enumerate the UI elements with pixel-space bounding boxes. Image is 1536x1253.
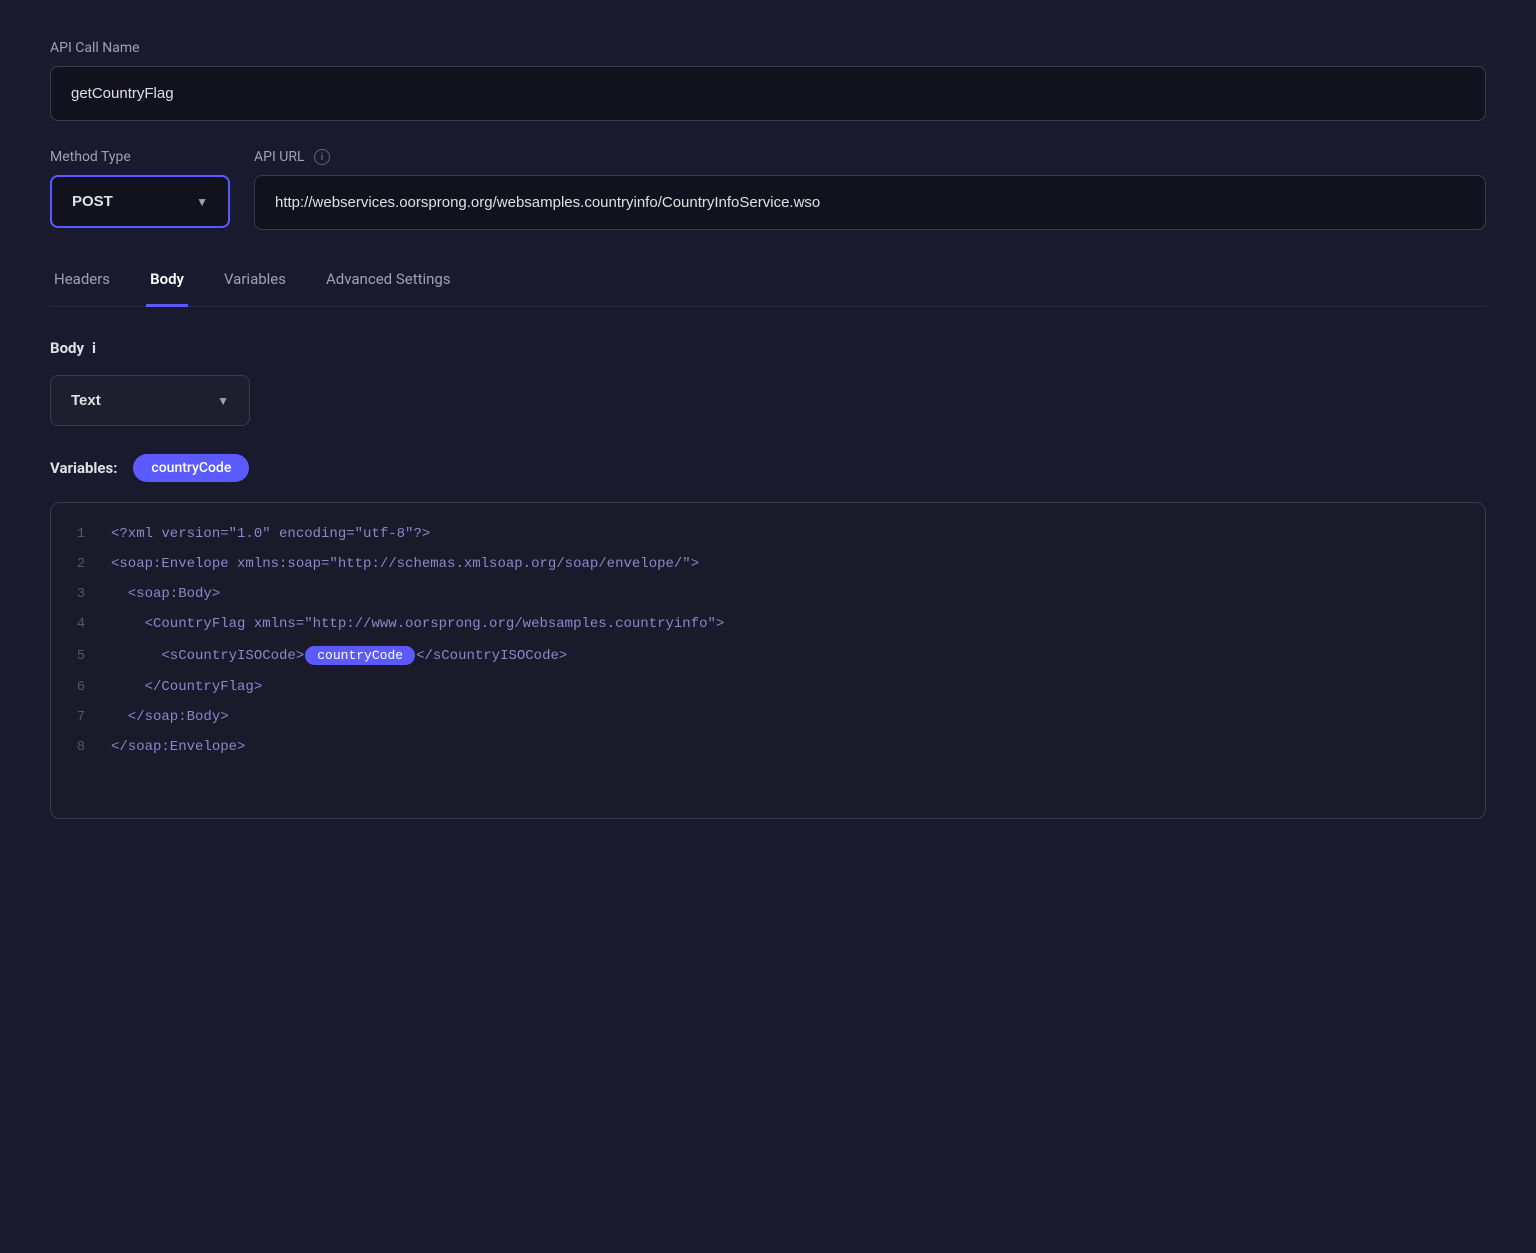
line-content: <CountryFlag xmlns="http://www.oorsprong… (111, 616, 724, 632)
line-number: 4 (51, 616, 111, 632)
tab-variables[interactable]: Variables (220, 258, 290, 307)
body-info-icon[interactable]: i (92, 339, 96, 357)
api-call-name-label: API Call Name (50, 40, 1486, 56)
code-lines: 1<?xml version="1.0" encoding="utf-8"?>2… (51, 503, 1485, 778)
api-call-name-section: API Call Name (50, 40, 1486, 121)
code-line: 7 </soap:Body> (51, 702, 1485, 732)
tab-advanced-settings[interactable]: Advanced Settings (322, 258, 455, 307)
line-content: </soap:Envelope> (111, 739, 245, 755)
xml-content: <soap:Envelope xmlns:soap="http://schema… (111, 556, 699, 572)
xml-content: <?xml version="1.0" encoding="utf-8"?> (111, 526, 430, 542)
body-type-chevron-icon: ▼ (217, 394, 229, 408)
xml-content: <CountryFlag xmlns="http://www.oorsprong… (111, 616, 724, 632)
code-line: 6 </CountryFlag> (51, 672, 1485, 702)
line-number: 1 (51, 526, 111, 542)
xml-content: <sCountryISOCode> (111, 649, 304, 665)
line-number: 6 (51, 679, 111, 695)
inline-variable-badge[interactable]: countryCode (305, 646, 415, 665)
country-code-badge[interactable]: countryCode (133, 454, 249, 482)
method-type-value: POST (72, 193, 113, 210)
line-content: </soap:Body> (111, 709, 229, 725)
line-content: </CountryFlag> (111, 679, 262, 695)
variables-row-label: Variables: (50, 459, 117, 477)
method-url-row: Method Type POST ▼ API URL i (50, 149, 1486, 230)
code-line: 3 <soap:Body> (51, 579, 1485, 609)
xml-content: </soap:Body> (111, 709, 229, 725)
code-editor[interactable]: 1<?xml version="1.0" encoding="utf-8"?>2… (50, 502, 1486, 819)
api-url-field: API URL i (254, 149, 1486, 230)
api-url-info-icon[interactable]: i (314, 149, 330, 165)
line-number: 5 (51, 648, 111, 664)
body-type-select[interactable]: Text ▼ (50, 375, 250, 426)
code-line: 1<?xml version="1.0" encoding="utf-8"?> (51, 519, 1485, 549)
line-number: 3 (51, 586, 111, 602)
code-line: 4 <CountryFlag xmlns="http://www.oorspro… (51, 609, 1485, 639)
method-type-label: Method Type (50, 149, 230, 165)
line-number: 7 (51, 709, 111, 725)
api-call-name-input[interactable] (50, 66, 1486, 121)
xml-content: </sCountryISOCode> (416, 649, 567, 665)
tab-headers[interactable]: Headers (50, 258, 114, 307)
line-content: <sCountryISOCode>countryCode</sCountryIS… (111, 646, 567, 665)
api-url-label: API URL i (254, 149, 1486, 165)
body-section: Body i Text ▼ (50, 339, 1486, 426)
line-content: <?xml version="1.0" encoding="utf-8"?> (111, 526, 430, 542)
tabs-container: Headers Body Variables Advanced Settings (50, 258, 1486, 307)
method-type-chevron-icon: ▼ (196, 195, 208, 209)
method-type-field: Method Type POST ▼ (50, 149, 230, 228)
line-number: 8 (51, 739, 111, 755)
body-type-value: Text (71, 392, 101, 409)
line-number: 2 (51, 556, 111, 572)
line-content: <soap:Body> (111, 586, 220, 602)
code-line: 8</soap:Envelope> (51, 732, 1485, 762)
xml-content: </CountryFlag> (111, 679, 262, 695)
body-section-label: Body i (50, 339, 1486, 357)
code-editor-footer (51, 778, 1485, 818)
method-type-select[interactable]: POST ▼ (50, 175, 230, 228)
line-content: <soap:Envelope xmlns:soap="http://schema… (111, 556, 699, 572)
xml-content: </soap:Envelope> (111, 739, 245, 755)
code-line: 5 <sCountryISOCode>countryCode</sCountry… (51, 639, 1485, 672)
api-url-input[interactable] (254, 175, 1486, 230)
tab-body[interactable]: Body (146, 258, 188, 307)
variables-row: Variables: countryCode (50, 454, 1486, 482)
xml-content: <soap:Body> (111, 586, 220, 602)
code-line: 2<soap:Envelope xmlns:soap="http://schem… (51, 549, 1485, 579)
